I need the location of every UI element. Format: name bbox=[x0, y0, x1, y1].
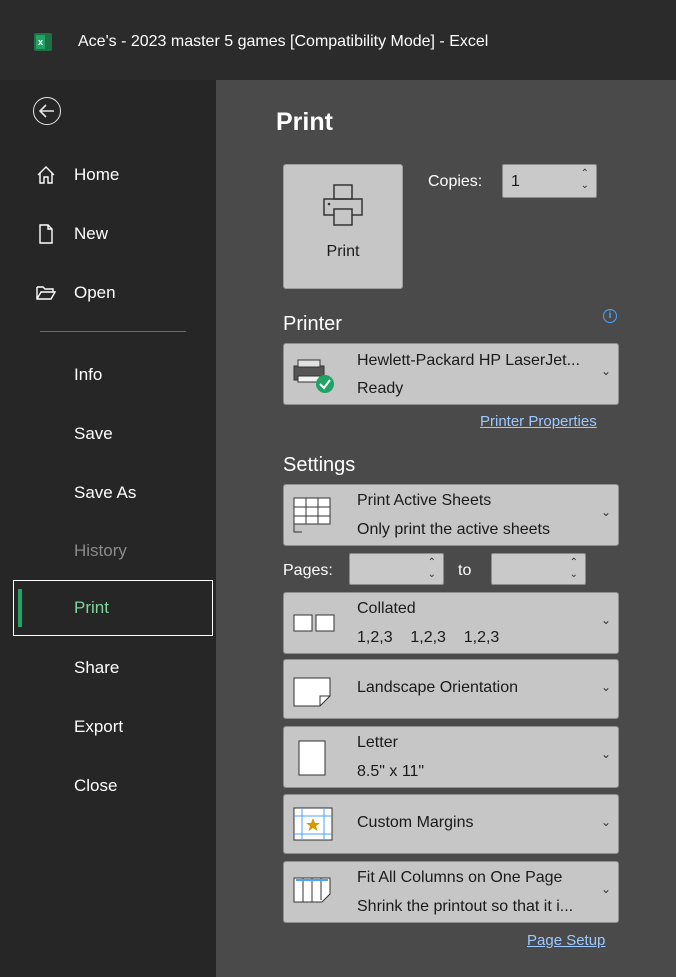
margins-line1: Custom Margins bbox=[357, 814, 474, 831]
scaling-line1: Fit All Columns on One Page bbox=[357, 869, 563, 886]
sidebar-item-home[interactable]: Home bbox=[0, 152, 216, 198]
collation-select[interactable]: Collated 1,2,3 1,2,3 1,2,3 ⌄ bbox=[283, 592, 619, 654]
paper-size-select[interactable]: Letter 8.5" x 11" ⌄ bbox=[283, 726, 619, 788]
print-what-select[interactable]: Print Active Sheets Only print the activ… bbox=[283, 484, 619, 546]
sidebar-item-save-as[interactable]: Save As bbox=[0, 470, 216, 516]
settings-section-label: Settings bbox=[283, 454, 356, 476]
collation-line2: 1,2,3 1,2,3 1,2,3 bbox=[357, 629, 500, 646]
spinner-arrows-icon[interactable]: ⌃ ⌄ bbox=[428, 557, 436, 581]
pages-from-spinner[interactable]: ⌃ ⌄ bbox=[349, 553, 444, 585]
excel-icon: x bbox=[34, 33, 52, 51]
scaling-line2: Shrink the printout so that it i... bbox=[357, 898, 574, 915]
chevron-down-icon: ⌄ bbox=[600, 364, 611, 378]
window-title: Ace's - 2023 master 5 games [Compatibili… bbox=[78, 33, 489, 50]
chevron-down-icon: ⌄ bbox=[600, 680, 611, 694]
sidebar-item-print[interactable]: Print bbox=[13, 580, 213, 636]
sidebar-item-label: Share bbox=[74, 658, 120, 677]
chevron-down-icon: ⌄ bbox=[600, 505, 611, 519]
chevron-down-icon: ⌄ bbox=[600, 747, 611, 761]
page-title: Print bbox=[276, 108, 333, 136]
print-what-line1: Print Active Sheets bbox=[357, 492, 492, 509]
chevron-down-icon: ⌄ bbox=[600, 613, 611, 627]
sidebar-item-history: History bbox=[0, 528, 216, 574]
back-arrow-icon[interactable] bbox=[33, 97, 61, 125]
sidebar-item-close[interactable]: Close bbox=[0, 763, 216, 809]
orientation-select[interactable]: Landscape Orientation ⌄ bbox=[283, 659, 619, 719]
sidebar-item-info[interactable]: Info bbox=[0, 352, 216, 398]
spinner-arrows-icon[interactable]: ⌃ ⌄ bbox=[570, 557, 578, 581]
sidebar-item-label: Close bbox=[74, 776, 118, 795]
chevron-down-icon: ⌄ bbox=[600, 882, 611, 896]
sidebar-item-label: Save bbox=[74, 424, 113, 443]
sidebar-item-open[interactable]: Open bbox=[0, 270, 216, 316]
collated-icon bbox=[293, 614, 335, 632]
collation-line1: Collated bbox=[357, 600, 416, 617]
sidebar-item-share[interactable]: Share bbox=[0, 645, 216, 691]
pages-to-label: to bbox=[458, 562, 472, 579]
sidebar-item-export[interactable]: Export bbox=[0, 704, 216, 750]
printer-section-label: Printer bbox=[283, 313, 342, 335]
sidebar-item-label: New bbox=[74, 224, 109, 243]
title-bar: x Ace's - 2023 master 5 games [Compatibi… bbox=[0, 0, 676, 80]
margins-select[interactable]: Custom Margins ⌄ bbox=[283, 794, 619, 854]
orientation-line1: Landscape Orientation bbox=[357, 679, 518, 696]
printer-select[interactable]: Hewlett-Packard HP LaserJet... Ready ⌄ bbox=[283, 343, 619, 405]
page-setup-link[interactable]: Page Setup bbox=[527, 932, 605, 949]
paper-line1: Letter bbox=[357, 734, 398, 751]
copies-label: Copies: bbox=[428, 173, 483, 190]
copies-value: 1 bbox=[511, 173, 520, 190]
pages-to-spinner[interactable]: ⌃ ⌄ bbox=[491, 553, 586, 585]
active-sheets-icon bbox=[293, 497, 331, 533]
sidebar-divider bbox=[40, 331, 186, 332]
printer-ready-icon bbox=[293, 359, 334, 393]
chevron-down-icon: ⌄ bbox=[600, 815, 611, 829]
printer-icon bbox=[323, 184, 363, 226]
sidebar-item-new[interactable]: New bbox=[0, 211, 216, 257]
open-folder-icon bbox=[36, 286, 56, 300]
sidebar-item-label: Open bbox=[74, 283, 116, 302]
info-icon[interactable]: i bbox=[603, 309, 617, 323]
scaling-select[interactable]: Fit All Columns on One Page Shrink the p… bbox=[283, 861, 619, 923]
print-what-line2: Only print the active sheets bbox=[357, 521, 550, 538]
printer-properties-link[interactable]: Printer Properties bbox=[480, 413, 597, 430]
sidebar-item-label: Print bbox=[74, 598, 109, 617]
landscape-orientation-icon bbox=[293, 677, 331, 707]
sidebar-item-label: History bbox=[74, 541, 127, 560]
fit-columns-icon bbox=[293, 877, 331, 903]
copies-spinner[interactable]: 1 ⌃ ⌄ bbox=[502, 164, 597, 198]
sidebar-item-label: Export bbox=[74, 717, 124, 736]
new-document-icon bbox=[39, 224, 53, 244]
printer-status: Ready bbox=[357, 380, 404, 397]
pages-label: Pages: bbox=[283, 562, 333, 579]
spinner-arrows-icon[interactable]: ⌃ ⌄ bbox=[581, 168, 589, 192]
sidebar-item-label: Info bbox=[74, 365, 103, 384]
sidebar-item-label: Save As bbox=[74, 483, 137, 502]
sidebar-item-label: Home bbox=[74, 165, 120, 184]
paper-icon bbox=[298, 740, 326, 776]
custom-margins-icon bbox=[293, 807, 333, 841]
home-icon bbox=[37, 166, 55, 184]
printer-name: Hewlett-Packard HP LaserJet... bbox=[357, 352, 580, 369]
print-button[interactable]: Print bbox=[283, 164, 403, 289]
print-button-label: Print bbox=[326, 243, 360, 260]
sidebar-item-save[interactable]: Save bbox=[0, 411, 216, 457]
paper-line2: 8.5" x 11" bbox=[357, 763, 425, 780]
